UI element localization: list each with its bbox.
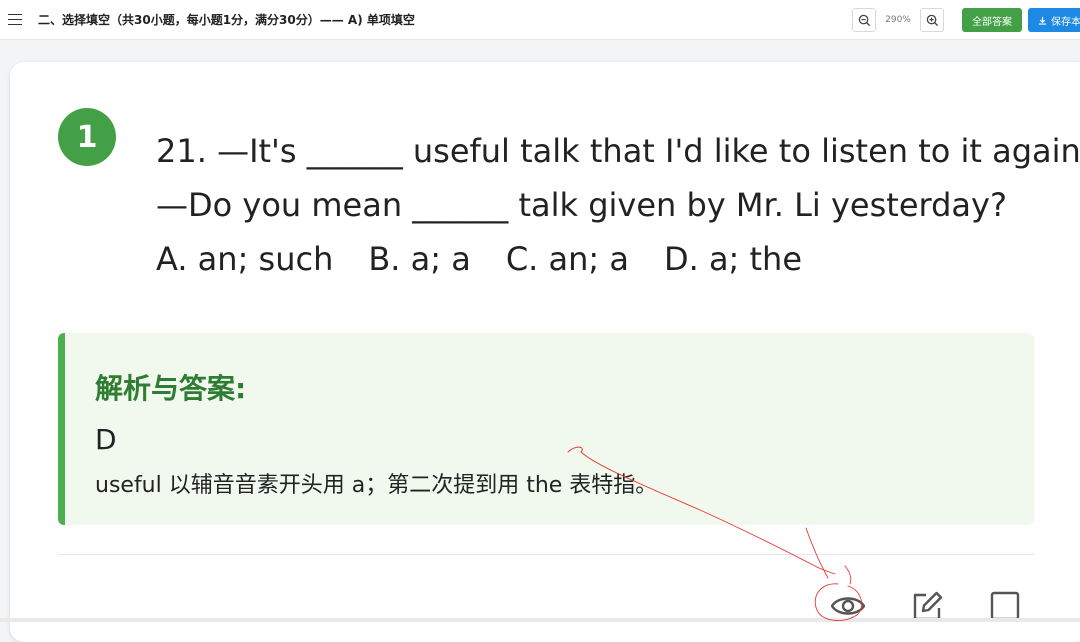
save-button[interactable]: 保存本: [1028, 8, 1080, 32]
zoom-out-button[interactable]: [852, 8, 876, 32]
option-d: D. a; the: [663, 240, 803, 278]
zoom-in-icon: [926, 14, 938, 26]
analysis-title: 解析与答案:: [95, 372, 247, 405]
question-options: A. an; such B. a; a C. an; a D. a; the: [156, 232, 1056, 286]
answer-explanation: useful 以辅音音素开头用 a；第二次提到用 the 表特指。: [95, 473, 658, 498]
question-line-1: 21. —It's ______ useful talk that I'd li…: [156, 132, 1080, 170]
bottom-scrollbar: [0, 618, 1080, 622]
question-line-2: —Do you mean ______ talk given by Mr. Li…: [156, 186, 1007, 224]
analysis-panel: 解析与答案: D useful 以辅音音素开头用 a；第二次提到用 the 表特…: [58, 333, 1034, 525]
option-a: A. an; such: [156, 240, 334, 278]
eye-icon: [830, 597, 866, 615]
download-icon: [1038, 16, 1047, 25]
divider: [58, 554, 1034, 555]
section-title: 二、选择填空（共30小题，每小题1分，满分30分）—— A) 单项填空: [38, 13, 415, 27]
top-toolbar: 二、选择填空（共30小题，每小题1分，满分30分）—— A) 单项填空 290%…: [0, 0, 1080, 40]
question-number-badge: 1: [58, 108, 116, 166]
zoom-controls: 290%: [852, 8, 944, 32]
question-text: 21. —It's ______ useful talk that I'd li…: [156, 124, 1080, 286]
save-label: 保存本: [1051, 16, 1080, 28]
zoom-in-button[interactable]: [920, 8, 944, 32]
answer-value: D: [95, 423, 117, 456]
zoom-level: 290%: [885, 15, 911, 25]
option-b: B. a; a: [368, 240, 471, 278]
all-answers-button[interactable]: 全部答案: [962, 8, 1022, 32]
zoom-out-icon: [858, 14, 870, 26]
question-card: 1 21. —It's ______ useful talk that I'd …: [10, 62, 1080, 642]
option-c: C. an; a: [505, 240, 629, 278]
hamburger-menu-icon[interactable]: [8, 13, 24, 26]
